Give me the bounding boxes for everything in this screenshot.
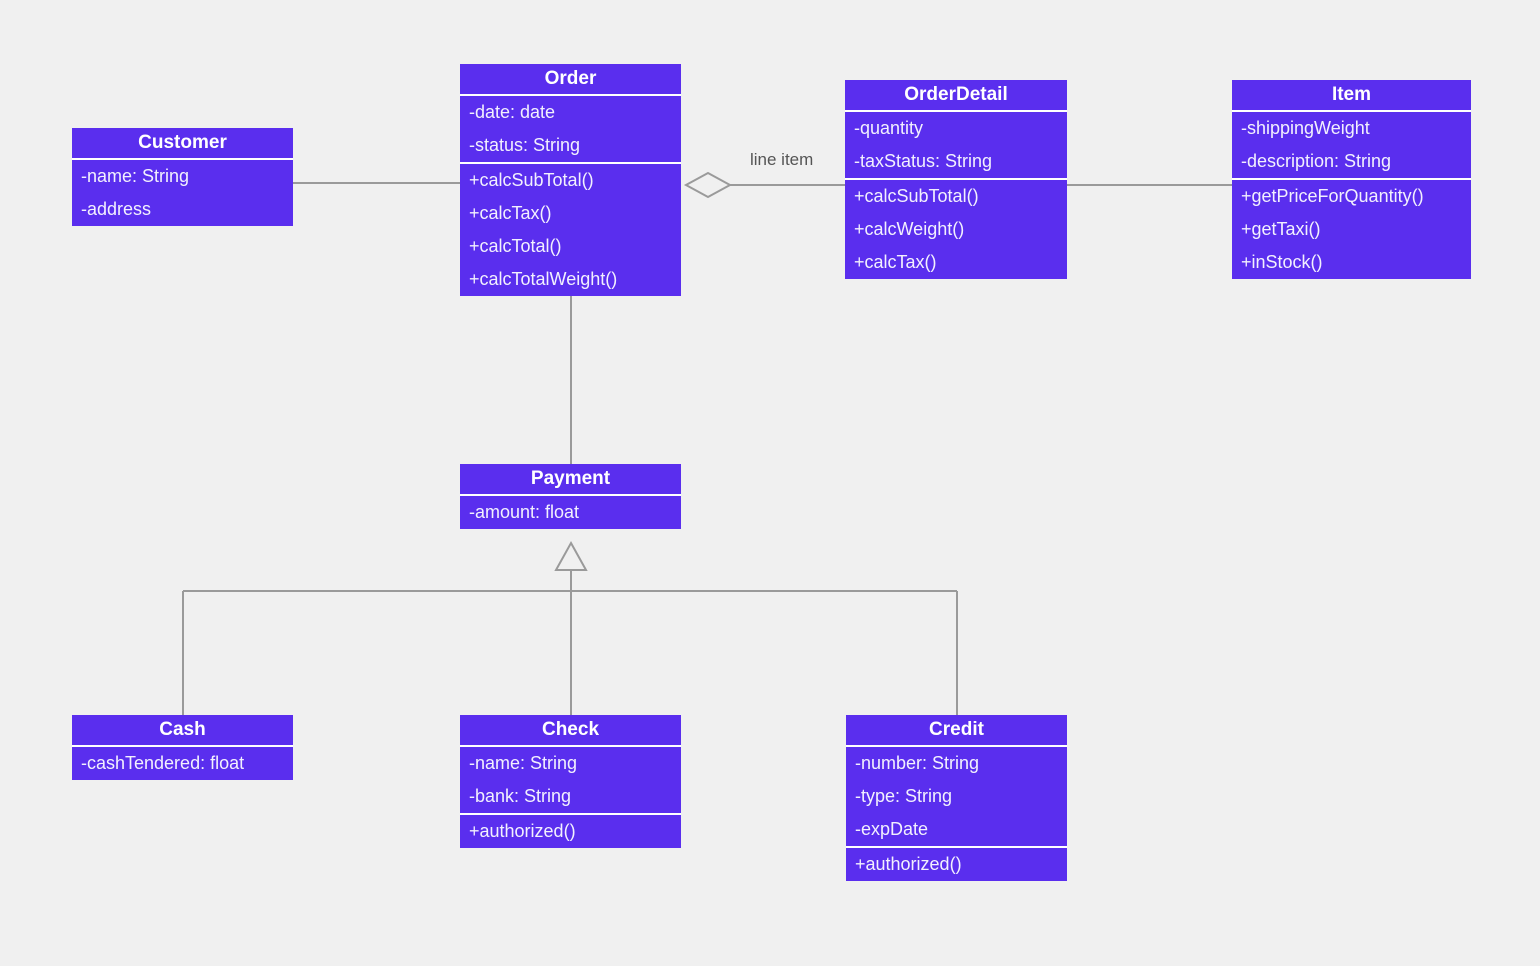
operation-row: +calcTax()	[469, 203, 552, 223]
class-box-customer[interactable]: Customer -name: String -address	[72, 128, 293, 226]
class-box-payment[interactable]: Payment -amount: float	[460, 464, 681, 529]
attribute-row: -quantity	[854, 118, 924, 138]
attribute-row: -name: String	[469, 753, 578, 773]
attributes-check: -name: String -bank: String	[460, 747, 681, 813]
class-box-cash[interactable]: Cash -cashTendered: float	[72, 715, 293, 780]
class-name-customer: Customer	[72, 128, 293, 160]
class-name-orderdetail: OrderDetail	[845, 80, 1067, 112]
class-box-check[interactable]: Check -name: String -bank: String +autho…	[460, 715, 681, 848]
attribute-row: -status: String	[469, 135, 581, 155]
attributes-item: -shippingWeight -description: String	[1232, 112, 1471, 178]
operation-row: +calcTotalWeight()	[469, 269, 618, 289]
attribute-row: -date: date	[469, 102, 556, 122]
class-name-item: Item	[1232, 80, 1471, 112]
attribute-row: -amount: float	[469, 502, 580, 522]
attribute-row: -name: String	[81, 166, 190, 186]
attribute-row: -expDate	[855, 819, 929, 839]
attributes-order: -date: date -status: String	[460, 96, 681, 162]
edge-label-line-item: line item	[750, 150, 814, 169]
operations-orderdetail: +calcSubTotal() +calcWeight() +calcTax()	[845, 178, 1067, 279]
class-name-cash: Cash	[72, 715, 293, 747]
attribute-row: -taxStatus: String	[854, 151, 993, 171]
operation-row: +calcTotal()	[469, 236, 562, 256]
attribute-row: -number: String	[855, 753, 980, 773]
operations-credit: +authorized()	[846, 846, 1067, 881]
class-box-credit[interactable]: Credit -number: String -type: String -ex…	[846, 715, 1067, 881]
operation-row: +calcSubTotal()	[854, 186, 979, 206]
operation-row: +calcWeight()	[854, 219, 965, 239]
attributes-orderdetail: -quantity -taxStatus: String	[845, 112, 1067, 178]
operation-row: +calcTax()	[854, 252, 937, 272]
attribute-row: -type: String	[855, 786, 953, 806]
operation-row: +calcSubTotal()	[469, 170, 594, 190]
class-name-credit: Credit	[846, 715, 1067, 747]
operation-row: +inStock()	[1241, 252, 1323, 272]
attribute-row: -address	[81, 199, 152, 219]
class-name-payment: Payment	[460, 464, 681, 496]
generalization-triangle-payment	[554, 540, 588, 571]
uml-diagram-canvas: line item Customer -name: String -addres…	[0, 0, 1540, 966]
class-name-check: Check	[460, 715, 681, 747]
attribute-row: -shippingWeight	[1241, 118, 1370, 138]
class-name-order: Order	[460, 64, 681, 96]
class-box-orderdetail[interactable]: OrderDetail -quantity -taxStatus: String…	[845, 80, 1067, 279]
class-box-order[interactable]: Order -date: date -status: String +calcS…	[460, 64, 681, 296]
attributes-payment: -amount: float	[460, 496, 681, 529]
operations-check: +authorized()	[460, 813, 681, 848]
attributes-cash: -cashTendered: float	[72, 747, 293, 780]
operations-order: +calcSubTotal() +calcTax() +calcTotal() …	[460, 162, 681, 296]
operation-row: +authorized()	[469, 821, 576, 841]
attributes-customer: -name: String -address	[72, 160, 293, 226]
attributes-credit: -number: String -type: String -expDate	[846, 747, 1067, 846]
operation-row: +authorized()	[855, 854, 962, 874]
operation-row: +getTaxi()	[1241, 219, 1321, 239]
attribute-row: -bank: String	[469, 786, 572, 806]
aggregation-diamond-order-orderdetail	[683, 171, 733, 199]
attribute-row: -cashTendered: float	[81, 753, 245, 773]
class-box-item[interactable]: Item -shippingWeight -description: Strin…	[1232, 80, 1471, 279]
attribute-row: -description: String	[1241, 151, 1392, 171]
operation-row: +getPriceForQuantity()	[1241, 186, 1424, 206]
operations-item: +getPriceForQuantity() +getTaxi() +inSto…	[1232, 178, 1471, 279]
